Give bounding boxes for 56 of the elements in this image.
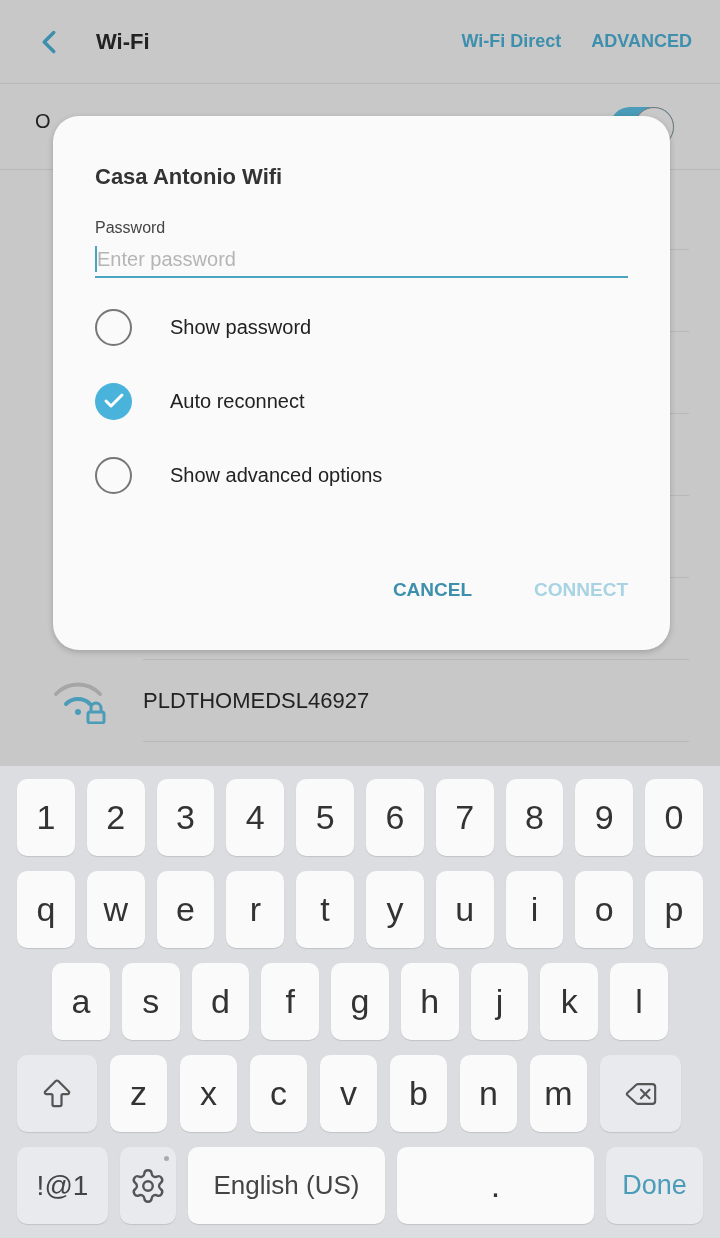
key[interactable]: a [52, 963, 110, 1040]
option-label[interactable]: Show password [170, 312, 312, 342]
checkbox[interactable] [95, 382, 132, 420]
network-name[interactable]: PLDTHOMEDSL46927 [143, 684, 370, 717]
dialog-title: Casa Antonio Wifi [95, 163, 284, 191]
key[interactable]: 5 [296, 779, 354, 856]
key[interactable]: 9 [575, 779, 634, 856]
settings-key[interactable] [120, 1147, 176, 1224]
key[interactable]: w [86, 871, 145, 948]
key[interactable]: i [505, 871, 564, 948]
shift-key[interactable] [17, 1055, 97, 1132]
key[interactable]: x [180, 1055, 237, 1132]
checkbox[interactable] [95, 456, 132, 494]
key[interactable]: q [17, 871, 75, 948]
page-title: Wi-Fi [96, 28, 150, 56]
key[interactable]: 7 [435, 779, 494, 856]
key[interactable]: z [110, 1055, 167, 1132]
key[interactable]: e [156, 871, 215, 948]
key[interactable]: b [390, 1055, 447, 1132]
password-field[interactable]: Enter password [97, 244, 628, 274]
key[interactable]: g [331, 963, 389, 1040]
key[interactable]: 0 [645, 779, 703, 856]
key[interactable]: v [320, 1055, 377, 1132]
key[interactable]: c [250, 1055, 307, 1132]
key[interactable]: m [530, 1055, 587, 1132]
key[interactable]: t [296, 871, 354, 948]
key[interactable]: h [400, 963, 459, 1040]
text-cursor [95, 246, 97, 272]
key[interactable]: 3 [156, 779, 215, 856]
key[interactable]: y [366, 871, 424, 948]
key[interactable]: k [540, 963, 599, 1040]
key[interactable]: l [610, 963, 669, 1040]
key[interactable]: d [191, 963, 250, 1040]
dialog-button[interactable]: CANCEL [392, 575, 473, 604]
symbols-key[interactable]: !@1 [17, 1147, 108, 1224]
option-label[interactable]: Show advanced options [170, 460, 383, 490]
key[interactable]: s [121, 963, 180, 1040]
key[interactable]: f [261, 963, 320, 1040]
key[interactable]: 1 [17, 779, 75, 856]
key[interactable]: n [460, 1055, 517, 1132]
switch-label: O [35, 109, 51, 132]
key[interactable]: u [435, 871, 494, 948]
key[interactable]: 2 [86, 779, 145, 856]
field-label: Password [95, 218, 167, 238]
key[interactable]: 4 [226, 779, 285, 856]
key[interactable]: o [575, 871, 634, 948]
backspace-key[interactable] [600, 1055, 681, 1132]
key[interactable]: r [226, 871, 285, 948]
key[interactable]: 8 [505, 779, 564, 856]
key[interactable]: . [397, 1147, 594, 1224]
key[interactable]: p [645, 871, 703, 948]
key[interactable]: 6 [366, 779, 424, 856]
checkbox[interactable] [95, 308, 132, 346]
option-label[interactable]: Auto reconnect [170, 386, 305, 416]
key[interactable]: j [470, 963, 529, 1040]
space-key[interactable]: English (US) [188, 1147, 385, 1224]
